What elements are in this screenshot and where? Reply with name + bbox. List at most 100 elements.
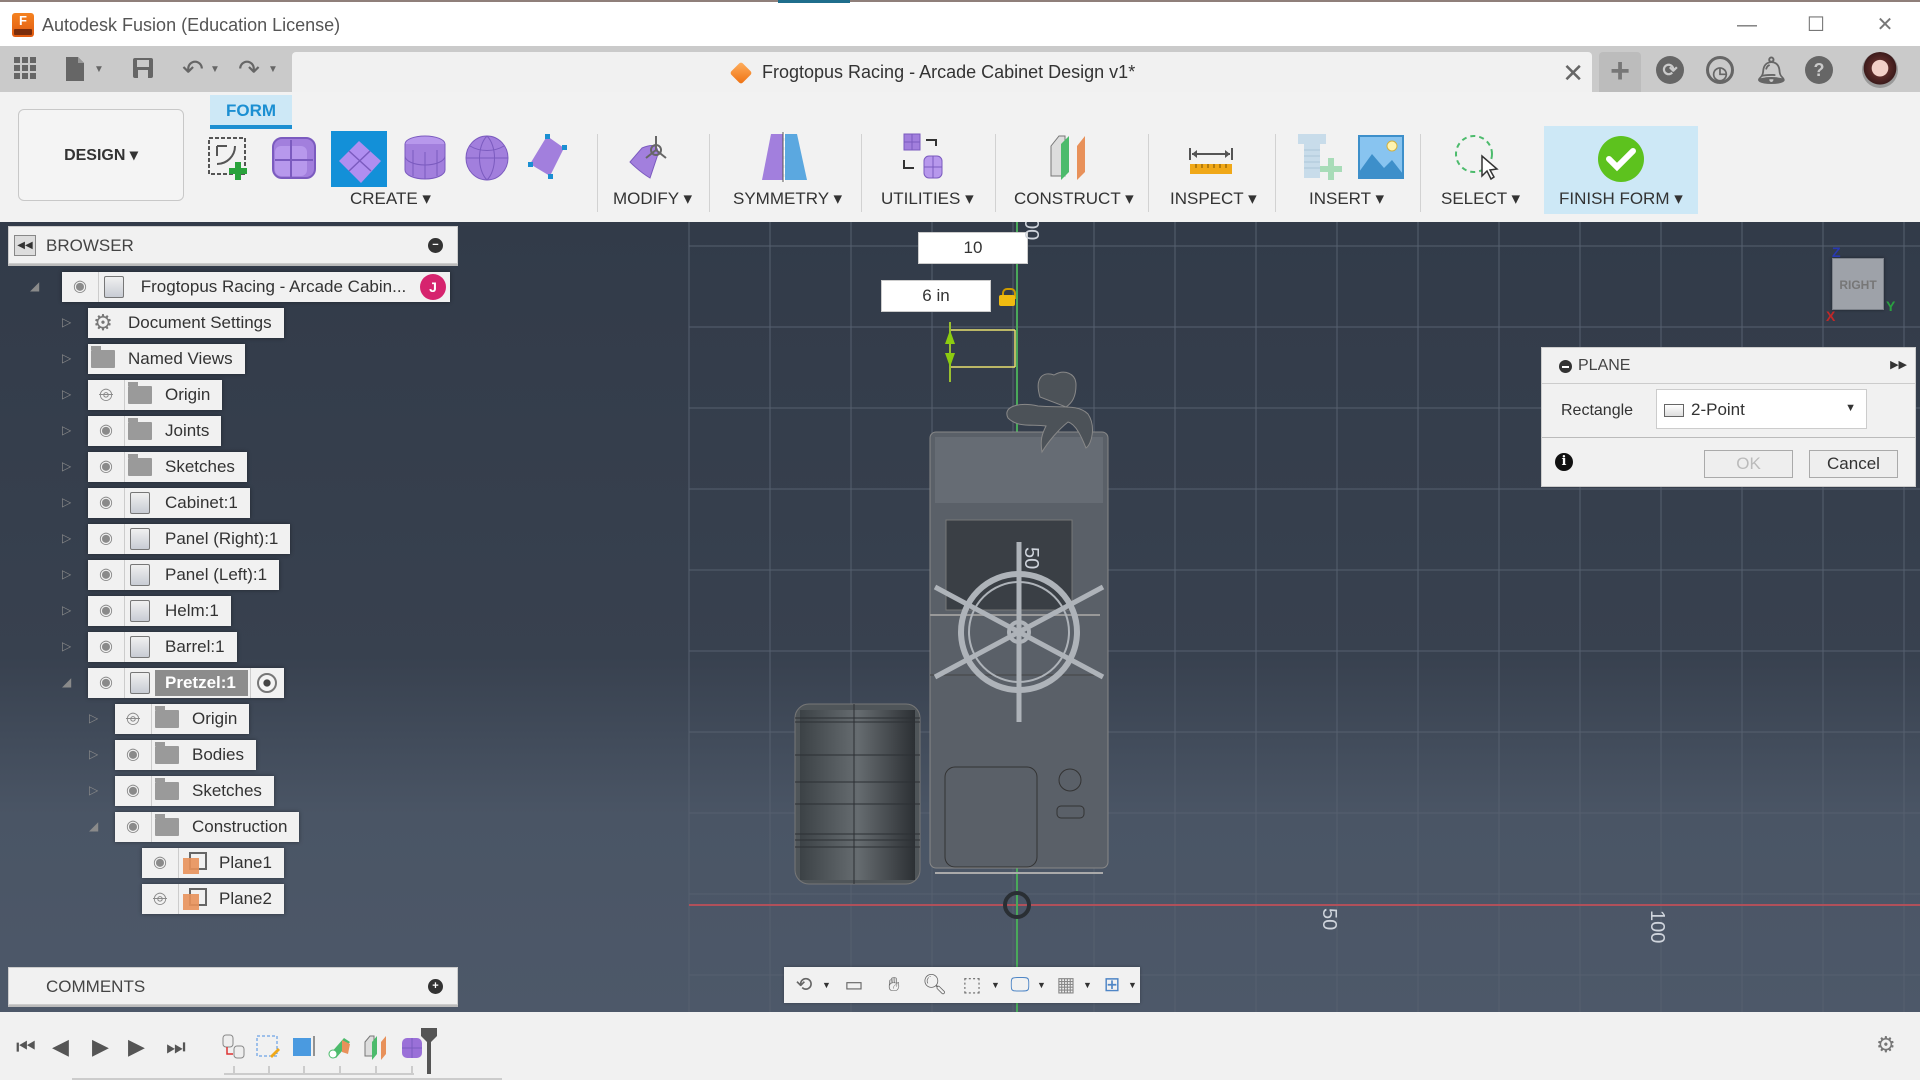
browser-item-cabinet-1[interactable]: ◉ Cabinet:1	[88, 488, 250, 518]
user-avatar[interactable]	[1862, 52, 1898, 88]
construct-menu[interactable]: CONSTRUCT ▾	[1014, 189, 1134, 209]
orbit-icon[interactable]: ⟲	[792, 973, 816, 997]
symmetry-icon[interactable]	[760, 132, 810, 182]
browser-item-helm-1[interactable]: ◉ Helm:1	[88, 596, 231, 626]
fit-dropdown[interactable]: ▼	[991, 980, 1000, 990]
eye-hidden-icon[interactable]: ◎	[115, 704, 152, 734]
height-dimension-input[interactable]: 6 in	[881, 280, 991, 312]
select-icon[interactable]	[1452, 132, 1502, 182]
browser-item-joints[interactable]: ◉ Joints	[88, 416, 222, 446]
browser-item-barrel-1[interactable]: ◉ Barrel:1	[88, 632, 237, 662]
apps-grid-icon[interactable]	[12, 56, 38, 82]
expand-arrow-icon[interactable]: ▷	[62, 459, 72, 475]
select-menu[interactable]: SELECT ▾	[1441, 189, 1520, 209]
dialog-expand-icon[interactable]: ▶▶	[1890, 358, 1907, 371]
tab-form[interactable]: FORM	[210, 95, 292, 129]
browser-item-bodies[interactable]: ◉ Bodies	[115, 740, 256, 770]
display-dropdown[interactable]: ▼	[1037, 980, 1046, 990]
eye-icon[interactable]: ◉	[88, 632, 125, 662]
modify-icon[interactable]	[624, 132, 674, 182]
eye-icon[interactable]: ◉	[88, 668, 125, 698]
inspect-menu[interactable]: INSPECT ▾	[1170, 189, 1257, 209]
insert-canvas-icon[interactable]	[1356, 132, 1406, 182]
canvas-viewport[interactable]: 10 6 in 00 50 50 100	[0, 222, 1920, 1012]
box-icon[interactable]	[269, 132, 319, 182]
browser-item-pretzel-1[interactable]: ◉ Pretzel:1	[88, 668, 284, 698]
eye-icon[interactable]: ◉	[88, 560, 125, 590]
timeline-plane-icon[interactable]	[364, 1034, 388, 1060]
step-back-button[interactable]: ◀︎	[52, 1034, 69, 1060]
expand-arrow-icon[interactable]: ▷	[62, 603, 72, 619]
eye-icon[interactable]: ◉	[88, 596, 125, 626]
display-settings-icon[interactable]: 🖵︎	[1008, 973, 1032, 997]
construct-icon[interactable]	[1047, 132, 1097, 182]
browser-item-origin[interactable]: ◎ Origin	[115, 704, 250, 734]
expand-arrow-icon[interactable]: ▷	[62, 567, 72, 583]
view-cube[interactable]: RIGHT	[1832, 258, 1884, 310]
expand-arrow-icon[interactable]: ▷	[89, 783, 99, 799]
grid-dropdown[interactable]: ▼	[1083, 980, 1092, 990]
utilities-icon[interactable]	[900, 132, 950, 182]
timeline-extrude-icon[interactable]	[292, 1034, 316, 1060]
eye-hidden-icon[interactable]: ◎	[88, 380, 125, 410]
face-icon[interactable]	[525, 132, 575, 182]
timeline-derive-icon[interactable]	[222, 1034, 246, 1060]
maximize-button[interactable]: ☐	[1793, 10, 1839, 40]
timeline-marker[interactable]	[420, 1028, 438, 1074]
sphere-icon[interactable]	[462, 132, 512, 182]
browser-item-sketches[interactable]: ◉ Sketches	[88, 452, 247, 482]
width-dimension-input[interactable]: 10	[918, 232, 1028, 264]
pan-icon[interactable]: ✋︎	[882, 973, 906, 997]
eye-icon[interactable]: ◉	[115, 740, 152, 770]
go-to-start-button[interactable]: ⏮︎	[16, 1034, 36, 1060]
collapse-browser-button[interactable]: ◀◀	[14, 235, 36, 256]
timeline-pipe-icon[interactable]	[328, 1034, 352, 1060]
collapse-arrow-icon[interactable]: ◢	[30, 279, 40, 295]
job-status-icon[interactable]: ◷	[1706, 56, 1734, 84]
browser-item-sketches[interactable]: ◉ Sketches	[115, 776, 274, 806]
go-to-end-button[interactable]: ⏭︎	[166, 1034, 186, 1060]
browser-item-plane2[interactable]: ◎ Plane2	[142, 884, 284, 914]
collapse-arrow-icon[interactable]: ◢	[89, 819, 99, 835]
browser-item-document-settings[interactable]: ⚙ Document Settings	[88, 308, 284, 338]
grid-settings-icon[interactable]: ▦	[1054, 973, 1078, 997]
browser-item-plane1[interactable]: ◉ Plane1	[142, 848, 284, 878]
info-icon[interactable]: i	[1555, 453, 1573, 471]
eye-icon[interactable]: ◉	[115, 812, 152, 842]
browser-item-named-views[interactable]: Named Views	[88, 344, 245, 374]
modify-menu[interactable]: MODIFY ▾	[613, 189, 692, 209]
orbit-dropdown[interactable]: ▼	[822, 980, 831, 990]
eye-icon[interactable]: ◉	[62, 272, 99, 302]
redo-icon[interactable]: ↷	[236, 56, 262, 82]
file-icon[interactable]	[62, 56, 88, 82]
create-menu[interactable]: CREATE ▾	[350, 189, 431, 209]
dialog-minimize-icon[interactable]	[1559, 360, 1572, 373]
eye-icon[interactable]: ◉	[115, 776, 152, 806]
new-tab-button[interactable]: +	[1599, 52, 1641, 92]
finish-form-check-icon[interactable]	[1596, 134, 1646, 184]
minimize-button[interactable]: —	[1724, 10, 1770, 40]
expand-arrow-icon[interactable]: ▷	[89, 711, 99, 727]
cylinder-icon[interactable]	[400, 132, 450, 182]
file-dropdown-caret[interactable]: ▼	[94, 64, 104, 75]
insert-menu[interactable]: INSERT ▾	[1309, 189, 1384, 209]
symmetry-menu[interactable]: SYMMETRY ▾	[733, 189, 842, 209]
eye-icon[interactable]: ◉	[142, 848, 179, 878]
fit-icon[interactable]: ⬚	[960, 973, 984, 997]
activate-component-radio[interactable]	[249, 668, 284, 698]
plane-tool-icon[interactable]	[331, 131, 387, 187]
ok-button[interactable]: OK	[1704, 450, 1793, 478]
browser-item-origin[interactable]: ◎ Origin	[88, 380, 223, 410]
cancel-button[interactable]: Cancel	[1809, 450, 1898, 478]
expand-arrow-icon[interactable]: ▷	[62, 315, 72, 331]
save-icon[interactable]	[130, 56, 156, 82]
undo-dropdown-caret[interactable]: ▼	[210, 64, 220, 75]
redo-dropdown-caret[interactable]: ▼	[268, 64, 278, 75]
timeline-sketch-icon[interactable]	[256, 1034, 280, 1060]
help-icon[interactable]: ?	[1805, 56, 1833, 84]
expand-arrow-icon[interactable]: ▷	[89, 747, 99, 763]
utilities-menu[interactable]: UTILITIES ▾	[881, 189, 974, 209]
look-at-icon[interactable]: ▭	[842, 973, 866, 997]
expand-arrow-icon[interactable]: ▷	[62, 531, 72, 547]
close-tab-button[interactable]: ✕	[1562, 58, 1584, 89]
